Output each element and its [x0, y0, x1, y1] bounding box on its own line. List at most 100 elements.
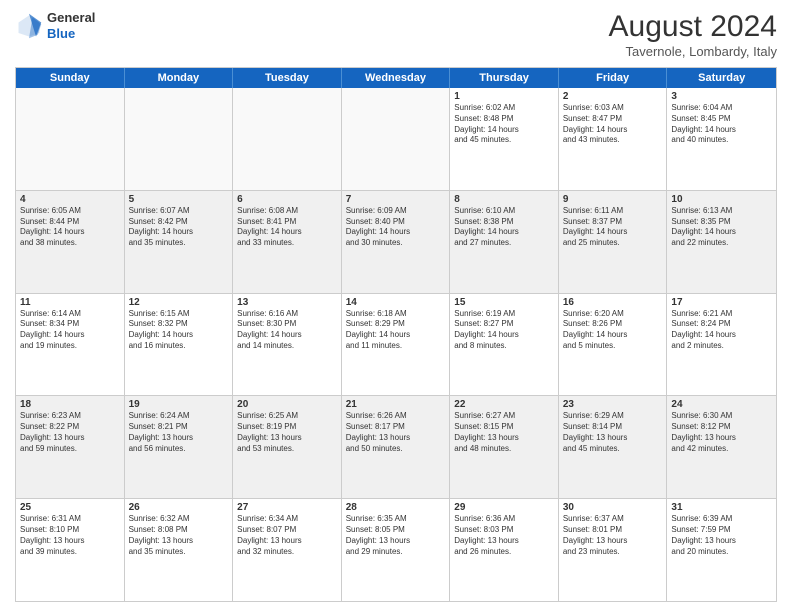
cell-content: Sunrise: 6:09 AM Sunset: 8:40 PM Dayligh…	[346, 206, 446, 249]
calendar-cell-1-1	[16, 88, 125, 190]
day-number: 27	[237, 502, 337, 513]
calendar-cell-4-7: 24Sunrise: 6:30 AM Sunset: 8:12 PM Dayli…	[667, 396, 776, 498]
calendar-body: 1Sunrise: 6:02 AM Sunset: 8:48 PM Daylig…	[16, 88, 776, 601]
day-number: 8	[454, 194, 554, 205]
cell-content: Sunrise: 6:04 AM Sunset: 8:45 PM Dayligh…	[671, 103, 772, 146]
day-number: 22	[454, 399, 554, 410]
day-number: 9	[563, 194, 663, 205]
calendar-row-2: 4Sunrise: 6:05 AM Sunset: 8:44 PM Daylig…	[16, 191, 776, 294]
calendar-cell-3-5: 15Sunrise: 6:19 AM Sunset: 8:27 PM Dayli…	[450, 294, 559, 396]
cell-content: Sunrise: 6:21 AM Sunset: 8:24 PM Dayligh…	[671, 309, 772, 352]
calendar-cell-1-4	[342, 88, 451, 190]
calendar-cell-5-4: 28Sunrise: 6:35 AM Sunset: 8:05 PM Dayli…	[342, 499, 451, 601]
calendar-cell-4-6: 23Sunrise: 6:29 AM Sunset: 8:14 PM Dayli…	[559, 396, 668, 498]
calendar-cell-1-5: 1Sunrise: 6:02 AM Sunset: 8:48 PM Daylig…	[450, 88, 559, 190]
day-number: 6	[237, 194, 337, 205]
calendar-header: Sunday Monday Tuesday Wednesday Thursday…	[16, 68, 776, 88]
day-number: 28	[346, 502, 446, 513]
calendar-cell-2-2: 5Sunrise: 6:07 AM Sunset: 8:42 PM Daylig…	[125, 191, 234, 293]
cell-content: Sunrise: 6:14 AM Sunset: 8:34 PM Dayligh…	[20, 309, 120, 352]
title-block: August 2024 Tavernole, Lombardy, Italy	[609, 10, 777, 59]
cell-content: Sunrise: 6:02 AM Sunset: 8:48 PM Dayligh…	[454, 103, 554, 146]
calendar-cell-4-3: 20Sunrise: 6:25 AM Sunset: 8:19 PM Dayli…	[233, 396, 342, 498]
calendar-cell-3-7: 17Sunrise: 6:21 AM Sunset: 8:24 PM Dayli…	[667, 294, 776, 396]
day-number: 3	[671, 91, 772, 102]
cell-content: Sunrise: 6:32 AM Sunset: 8:08 PM Dayligh…	[129, 514, 229, 557]
logo-text: General Blue	[47, 10, 95, 41]
calendar-cell-5-5: 29Sunrise: 6:36 AM Sunset: 8:03 PM Dayli…	[450, 499, 559, 601]
day-number: 14	[346, 297, 446, 308]
cell-content: Sunrise: 6:30 AM Sunset: 8:12 PM Dayligh…	[671, 411, 772, 454]
cell-content: Sunrise: 6:26 AM Sunset: 8:17 PM Dayligh…	[346, 411, 446, 454]
cell-content: Sunrise: 6:16 AM Sunset: 8:30 PM Dayligh…	[237, 309, 337, 352]
calendar-cell-4-2: 19Sunrise: 6:24 AM Sunset: 8:21 PM Dayli…	[125, 396, 234, 498]
calendar-cell-3-2: 12Sunrise: 6:15 AM Sunset: 8:32 PM Dayli…	[125, 294, 234, 396]
day-number: 23	[563, 399, 663, 410]
calendar-row-3: 11Sunrise: 6:14 AM Sunset: 8:34 PM Dayli…	[16, 294, 776, 397]
day-number: 1	[454, 91, 554, 102]
calendar-cell-2-1: 4Sunrise: 6:05 AM Sunset: 8:44 PM Daylig…	[16, 191, 125, 293]
calendar-cell-3-4: 14Sunrise: 6:18 AM Sunset: 8:29 PM Dayli…	[342, 294, 451, 396]
calendar-cell-5-7: 31Sunrise: 6:39 AM Sunset: 7:59 PM Dayli…	[667, 499, 776, 601]
month-year: August 2024	[609, 10, 777, 44]
cell-content: Sunrise: 6:19 AM Sunset: 8:27 PM Dayligh…	[454, 309, 554, 352]
cell-content: Sunrise: 6:31 AM Sunset: 8:10 PM Dayligh…	[20, 514, 120, 557]
calendar-cell-4-5: 22Sunrise: 6:27 AM Sunset: 8:15 PM Dayli…	[450, 396, 559, 498]
cell-content: Sunrise: 6:15 AM Sunset: 8:32 PM Dayligh…	[129, 309, 229, 352]
cell-content: Sunrise: 6:36 AM Sunset: 8:03 PM Dayligh…	[454, 514, 554, 557]
cell-content: Sunrise: 6:05 AM Sunset: 8:44 PM Dayligh…	[20, 206, 120, 249]
calendar-cell-3-6: 16Sunrise: 6:20 AM Sunset: 8:26 PM Dayli…	[559, 294, 668, 396]
calendar-cell-4-4: 21Sunrise: 6:26 AM Sunset: 8:17 PM Dayli…	[342, 396, 451, 498]
cell-content: Sunrise: 6:08 AM Sunset: 8:41 PM Dayligh…	[237, 206, 337, 249]
cell-content: Sunrise: 6:10 AM Sunset: 8:38 PM Dayligh…	[454, 206, 554, 249]
calendar-cell-2-3: 6Sunrise: 6:08 AM Sunset: 8:41 PM Daylig…	[233, 191, 342, 293]
calendar-cell-5-6: 30Sunrise: 6:37 AM Sunset: 8:01 PM Dayli…	[559, 499, 668, 601]
cell-content: Sunrise: 6:29 AM Sunset: 8:14 PM Dayligh…	[563, 411, 663, 454]
location: Tavernole, Lombardy, Italy	[609, 44, 777, 59]
cell-content: Sunrise: 6:03 AM Sunset: 8:47 PM Dayligh…	[563, 103, 663, 146]
logo: General Blue	[15, 10, 95, 41]
header-saturday: Saturday	[667, 68, 776, 88]
cell-content: Sunrise: 6:35 AM Sunset: 8:05 PM Dayligh…	[346, 514, 446, 557]
day-number: 7	[346, 194, 446, 205]
calendar-cell-2-6: 9Sunrise: 6:11 AM Sunset: 8:37 PM Daylig…	[559, 191, 668, 293]
day-number: 19	[129, 399, 229, 410]
day-number: 29	[454, 502, 554, 513]
calendar-cell-1-2	[125, 88, 234, 190]
calendar-cell-2-7: 10Sunrise: 6:13 AM Sunset: 8:35 PM Dayli…	[667, 191, 776, 293]
cell-content: Sunrise: 6:18 AM Sunset: 8:29 PM Dayligh…	[346, 309, 446, 352]
cell-content: Sunrise: 6:20 AM Sunset: 8:26 PM Dayligh…	[563, 309, 663, 352]
day-number: 24	[671, 399, 772, 410]
day-number: 30	[563, 502, 663, 513]
cell-content: Sunrise: 6:37 AM Sunset: 8:01 PM Dayligh…	[563, 514, 663, 557]
logo-general: General	[47, 10, 95, 26]
header-thursday: Thursday	[450, 68, 559, 88]
day-number: 10	[671, 194, 772, 205]
header-sunday: Sunday	[16, 68, 125, 88]
header-wednesday: Wednesday	[342, 68, 451, 88]
logo-blue: Blue	[47, 26, 95, 42]
calendar-cell-5-3: 27Sunrise: 6:34 AM Sunset: 8:07 PM Dayli…	[233, 499, 342, 601]
day-number: 18	[20, 399, 120, 410]
calendar-row-4: 18Sunrise: 6:23 AM Sunset: 8:22 PM Dayli…	[16, 396, 776, 499]
day-number: 13	[237, 297, 337, 308]
page: General Blue August 2024 Tavernole, Lomb…	[0, 0, 792, 612]
cell-content: Sunrise: 6:11 AM Sunset: 8:37 PM Dayligh…	[563, 206, 663, 249]
day-number: 21	[346, 399, 446, 410]
calendar-row-1: 1Sunrise: 6:02 AM Sunset: 8:48 PM Daylig…	[16, 88, 776, 191]
logo-icon	[15, 12, 43, 40]
calendar: Sunday Monday Tuesday Wednesday Thursday…	[15, 67, 777, 602]
cell-content: Sunrise: 6:25 AM Sunset: 8:19 PM Dayligh…	[237, 411, 337, 454]
cell-content: Sunrise: 6:39 AM Sunset: 7:59 PM Dayligh…	[671, 514, 772, 557]
day-number: 20	[237, 399, 337, 410]
calendar-cell-2-4: 7Sunrise: 6:09 AM Sunset: 8:40 PM Daylig…	[342, 191, 451, 293]
day-number: 12	[129, 297, 229, 308]
calendar-row-5: 25Sunrise: 6:31 AM Sunset: 8:10 PM Dayli…	[16, 499, 776, 601]
day-number: 16	[563, 297, 663, 308]
day-number: 5	[129, 194, 229, 205]
cell-content: Sunrise: 6:24 AM Sunset: 8:21 PM Dayligh…	[129, 411, 229, 454]
day-number: 4	[20, 194, 120, 205]
day-number: 11	[20, 297, 120, 308]
day-number: 31	[671, 502, 772, 513]
calendar-cell-1-7: 3Sunrise: 6:04 AM Sunset: 8:45 PM Daylig…	[667, 88, 776, 190]
